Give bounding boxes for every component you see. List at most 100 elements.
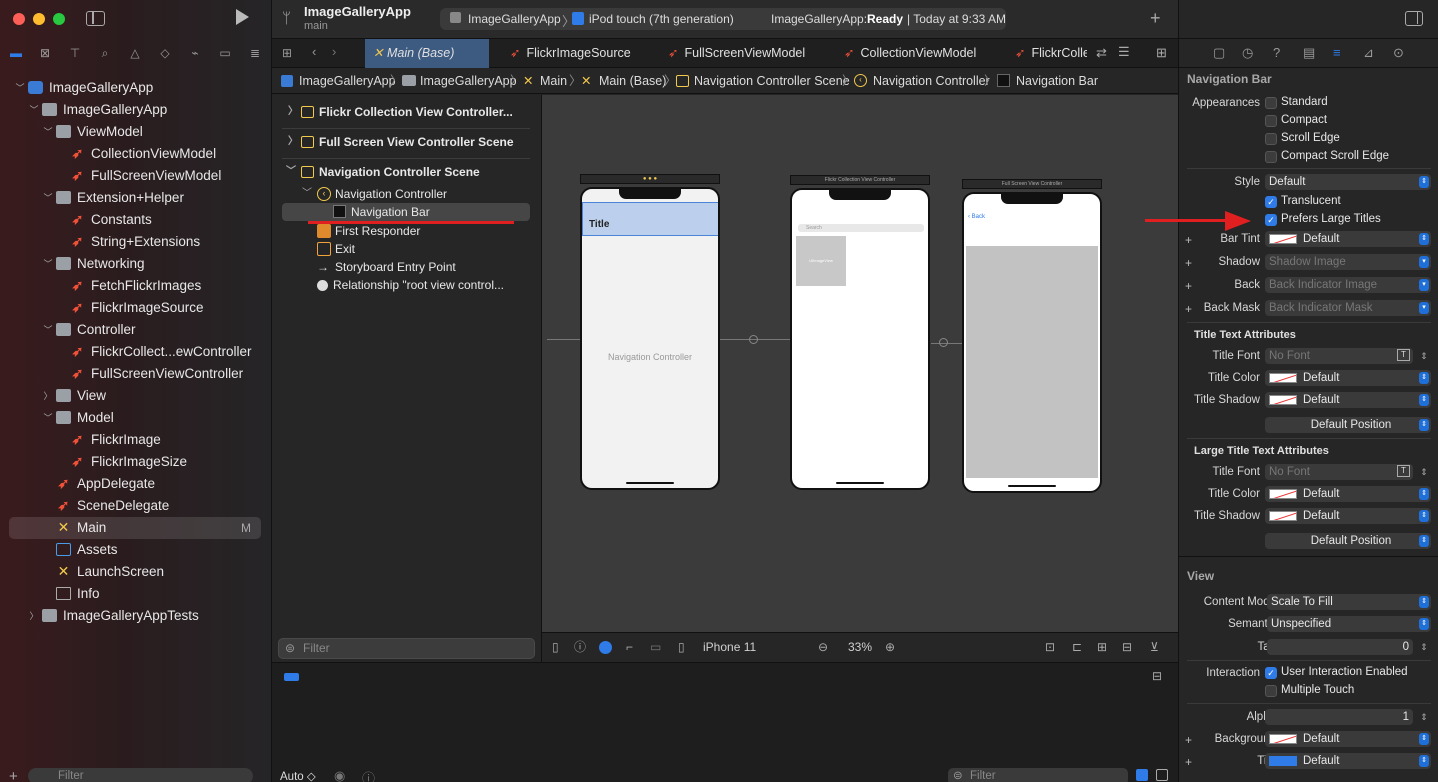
- file-tree-item[interactable]: ➶ CollectionViewModel: [0, 143, 272, 165]
- shadow-image-combo[interactable]: Shadow Image ▾: [1265, 254, 1431, 270]
- sidebar-toggle-icon[interactable]: [86, 11, 105, 26]
- back-arrow-icon[interactable]: ‹: [312, 44, 316, 59]
- report-icon[interactable]: ≣: [247, 45, 263, 61]
- zoom-window-button[interactable]: [53, 13, 65, 25]
- appearance-icon[interactable]: [599, 641, 612, 654]
- embed-icon[interactable]: ⊻: [1150, 633, 1159, 661]
- eye-icon[interactable]: ◉: [334, 768, 345, 782]
- navigator-filter-input[interactable]: Filter: [28, 768, 253, 782]
- search-bar[interactable]: Search: [798, 224, 924, 232]
- update-frames-icon[interactable]: ⊡: [1045, 633, 1055, 661]
- help-inspector-icon[interactable]: ?: [1273, 45, 1280, 60]
- chevron-down-icon[interactable]: ﹀: [42, 187, 54, 209]
- file-tree-item[interactable]: ➶ FlickrImageSize: [0, 451, 272, 473]
- layout-icon[interactable]: ▭: [650, 633, 661, 661]
- back-indicator-combo[interactable]: Back Indicator Image ▾: [1265, 277, 1431, 293]
- file-tree-item[interactable]: ﹀ Controller: [0, 319, 272, 341]
- file-tree-item[interactable]: ➶ String+Extensions: [0, 231, 272, 253]
- file-tree-item[interactable]: 〉 ImageGalleryAppTests: [0, 605, 272, 627]
- run-button[interactable]: [236, 9, 249, 25]
- font-size-stepper[interactable]: ⇕: [1417, 464, 1431, 480]
- breadcrumb-nav-bar[interactable]: Navigation Bar: [1016, 68, 1098, 94]
- file-tree-item[interactable]: ➶ FullScreenViewController: [0, 363, 272, 385]
- history-inspector-icon[interactable]: ◷: [1242, 45, 1253, 61]
- tab-flickr-collection[interactable]: ➶ FlickrColle: [1015, 39, 1087, 68]
- file-tree-item[interactable]: 〉 View: [0, 385, 272, 407]
- outline-relationship[interactable]: Relationship "root view control...: [272, 276, 542, 294]
- chevron-down-icon[interactable]: ﹀: [42, 253, 54, 275]
- search-icon[interactable]: ⌕: [97, 45, 113, 61]
- breakpoint-indicator-icon[interactable]: [284, 673, 299, 681]
- compact-checkbox[interactable]: [1265, 115, 1277, 127]
- multiple-touch-checkbox[interactable]: [1265, 685, 1277, 697]
- attributes-inspector-icon[interactable]: ≡: [1333, 45, 1341, 60]
- file-tree-item[interactable]: ➶ FlickrImageSource: [0, 297, 272, 319]
- nav-back-button[interactable]: ‹ Back: [968, 214, 985, 220]
- source-control-icon[interactable]: ⊠: [37, 45, 53, 61]
- outline-nav-bar[interactable]: Navigation Bar: [282, 203, 530, 221]
- breakpoint-icon[interactable]: ▭: [217, 45, 233, 61]
- info-icon[interactable]: ⓘ: [362, 768, 375, 782]
- breadcrumb-folder[interactable]: ImageGalleryApp: [420, 68, 517, 94]
- translucent-checkbox[interactable]: ✓: [1265, 196, 1277, 208]
- file-tree-item[interactable]: ➶ FlickrCollect...ewController: [0, 341, 272, 363]
- file-tree-item[interactable]: ➶ FullScreenViewModel: [0, 165, 272, 187]
- outline-nav-controller[interactable]: ﹀ ‹ Navigation Controller: [272, 185, 542, 203]
- navigation-bar[interactable]: Title: [582, 202, 718, 236]
- tab-flickr-image-source[interactable]: ➶ FlickrImageSource: [510, 39, 631, 68]
- title-shadow-popup[interactable]: Default ⇕: [1265, 392, 1431, 408]
- outline-entry-point[interactable]: → Storyboard Entry Point: [272, 258, 542, 276]
- breadcrumb-nav-controller[interactable]: Navigation Controller: [873, 68, 990, 94]
- tab-main-base[interactable]: ✕ Main (Base): [365, 39, 489, 68]
- file-tree-item[interactable]: Assets: [0, 539, 272, 561]
- zoom-in-icon[interactable]: ⊕: [885, 633, 895, 661]
- symbol-icon[interactable]: ⊤: [67, 45, 83, 61]
- add-file-button[interactable]: +: [9, 768, 18, 782]
- accessibility-icon[interactable]: ⓘ: [574, 633, 586, 661]
- prefers-large-titles-checkbox[interactable]: ✓: [1265, 214, 1277, 226]
- editor-options-icon[interactable]: ☰: [1118, 44, 1130, 60]
- device-config-button[interactable]: iPhone 11: [703, 633, 756, 661]
- device-selector[interactable]: iPod touch (7th generation): [589, 12, 734, 26]
- file-tree-item[interactable]: ﹀ Networking: [0, 253, 272, 275]
- file-tree-item[interactable]: ﹀ Extension+Helper: [0, 187, 272, 209]
- orientation-icon[interactable]: ⌐: [626, 633, 633, 661]
- large-title-shadow-offset-popup[interactable]: Default Position ⇕: [1265, 533, 1431, 549]
- close-window-button[interactable]: [13, 13, 25, 25]
- file-tree-item[interactable]: ﹀ ImageGalleryApp: [0, 77, 272, 99]
- chevron-down-icon[interactable]: ﹀: [42, 121, 54, 143]
- outline-toggle-icon[interactable]: ▯: [552, 633, 559, 661]
- zoom-level[interactable]: 33%: [848, 633, 872, 661]
- show-variables-toggle[interactable]: [1136, 769, 1148, 781]
- connections-inspector-icon[interactable]: ⊙: [1393, 45, 1404, 61]
- file-inspector-icon[interactable]: ▢: [1213, 45, 1225, 61]
- style-popup[interactable]: Default ⇕: [1265, 174, 1431, 190]
- chevron-down-icon[interactable]: ﹀: [42, 319, 54, 341]
- outline-scene-flickr[interactable]: 〉 Flickr Collection View Controller...: [272, 103, 542, 121]
- title-shadow-offset-popup[interactable]: Default Position ⇕: [1265, 417, 1431, 433]
- chevron-down-icon[interactable]: ﹀: [14, 77, 26, 99]
- inspector-toggle-icon[interactable]: [1405, 11, 1423, 26]
- forward-arrow-icon[interactable]: ›: [332, 44, 336, 59]
- content-mode-popup[interactable]: Scale To Fill ⇕: [1267, 594, 1431, 610]
- related-items-icon[interactable]: ⇄: [1096, 45, 1107, 61]
- folder-icon[interactable]: ▬: [8, 45, 24, 61]
- size-inspector-icon[interactable]: ⊿: [1363, 45, 1374, 61]
- fullscreen-scene[interactable]: ‹ Back: [962, 192, 1102, 493]
- scene-dock-nav[interactable]: ● ● ●: [580, 174, 720, 184]
- standard-checkbox[interactable]: [1265, 97, 1277, 109]
- font-size-stepper[interactable]: ⇕: [1417, 348, 1431, 364]
- test-icon[interactable]: ◇: [157, 45, 173, 61]
- zoom-out-icon[interactable]: ⊖: [818, 633, 828, 661]
- debug-icon[interactable]: ⌁: [187, 45, 203, 61]
- split-editor-icon[interactable]: ⊞: [1156, 45, 1167, 61]
- title-color-popup[interactable]: Default ⇕: [1265, 370, 1431, 386]
- outline-scene-navigation[interactable]: ﹀ Navigation Controller Scene: [272, 163, 542, 181]
- file-tree-item[interactable]: ﹀ Model: [0, 407, 272, 429]
- file-tree-item[interactable]: ﹀ ViewModel: [0, 121, 272, 143]
- file-tree-item[interactable]: ﹀ ImageGalleryApp: [0, 99, 272, 121]
- storyboard-canvas[interactable]: ● ● ● Title Navigation Controller Flickr…: [542, 95, 1178, 632]
- file-tree-item[interactable]: ✕ LaunchScreen: [0, 561, 272, 583]
- chevron-right-icon[interactable]: 〉: [28, 605, 40, 627]
- collection-cell[interactable]: UIImageView: [796, 236, 846, 286]
